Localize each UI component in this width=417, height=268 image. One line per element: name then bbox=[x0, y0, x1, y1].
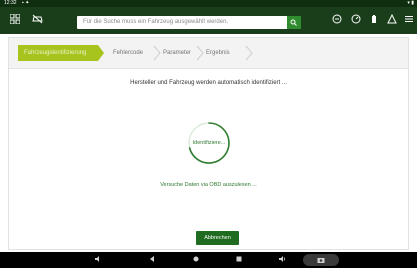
gauge-icon[interactable] bbox=[350, 14, 362, 26]
search-button[interactable] bbox=[287, 16, 301, 29]
minus-circle-icon[interactable] bbox=[331, 14, 343, 26]
screenshot-button[interactable] bbox=[303, 254, 339, 266]
status-bar: 12:32 ▪ ✦ ▾ ▮ bbox=[0, 0, 417, 7]
volume-up-icon[interactable] bbox=[277, 255, 287, 265]
camera-icon bbox=[317, 258, 325, 263]
volume-down-icon[interactable] bbox=[93, 255, 103, 265]
search-placeholder: Für die Suche muss ein Fahrzeug ausgewäh… bbox=[83, 19, 229, 25]
system-navigation-bar bbox=[0, 252, 417, 268]
battery-icon[interactable] bbox=[368, 14, 380, 26]
search-icon bbox=[290, 19, 297, 26]
identification-headline: Hersteller und Fahrzeug werden automatis… bbox=[130, 80, 287, 86]
vehicle-off-icon[interactable] bbox=[31, 14, 43, 26]
search-bar[interactable]: Für die Suche muss ein Fahrzeug ausgewäh… bbox=[77, 16, 301, 29]
clock: 12:32 bbox=[4, 0, 17, 6]
recents-icon[interactable] bbox=[234, 255, 244, 265]
step-breadcrumb: Fahrzeugidentifizierung Fehlercode Param… bbox=[9, 38, 408, 69]
obd-status-text: Versuche Daten via OBD auszulesen ... bbox=[160, 182, 257, 188]
home-icon[interactable] bbox=[191, 255, 201, 265]
abort-button[interactable]: Abbrechen bbox=[196, 231, 239, 245]
step-error-codes[interactable]: Fehlercode bbox=[103, 45, 157, 61]
notification-icons: ▪ ✦ bbox=[22, 0, 30, 6]
hamburger-menu-icon[interactable] bbox=[403, 14, 415, 26]
back-icon[interactable] bbox=[147, 255, 157, 265]
grid-menu-icon[interactable] bbox=[9, 13, 21, 26]
diagnosis-panel: Fahrzeugidentifizierung Fehlercode Param… bbox=[8, 37, 409, 250]
spinner-label: Identifiziere... bbox=[192, 140, 226, 146]
app-bar: Für die Suche muss ein Fahrzeug ausgewäh… bbox=[0, 7, 417, 34]
warning-icon[interactable] bbox=[386, 13, 398, 26]
step-parameters[interactable]: Parameter bbox=[155, 45, 201, 61]
step-vehicle-identification[interactable]: Fahrzeugidentifizierung bbox=[18, 45, 104, 61]
loading-spinner: Identifiziere... bbox=[187, 121, 231, 165]
battery-wifi-icons: ▾ ▮ bbox=[407, 0, 414, 6]
chevron-right-icon bbox=[245, 45, 253, 61]
